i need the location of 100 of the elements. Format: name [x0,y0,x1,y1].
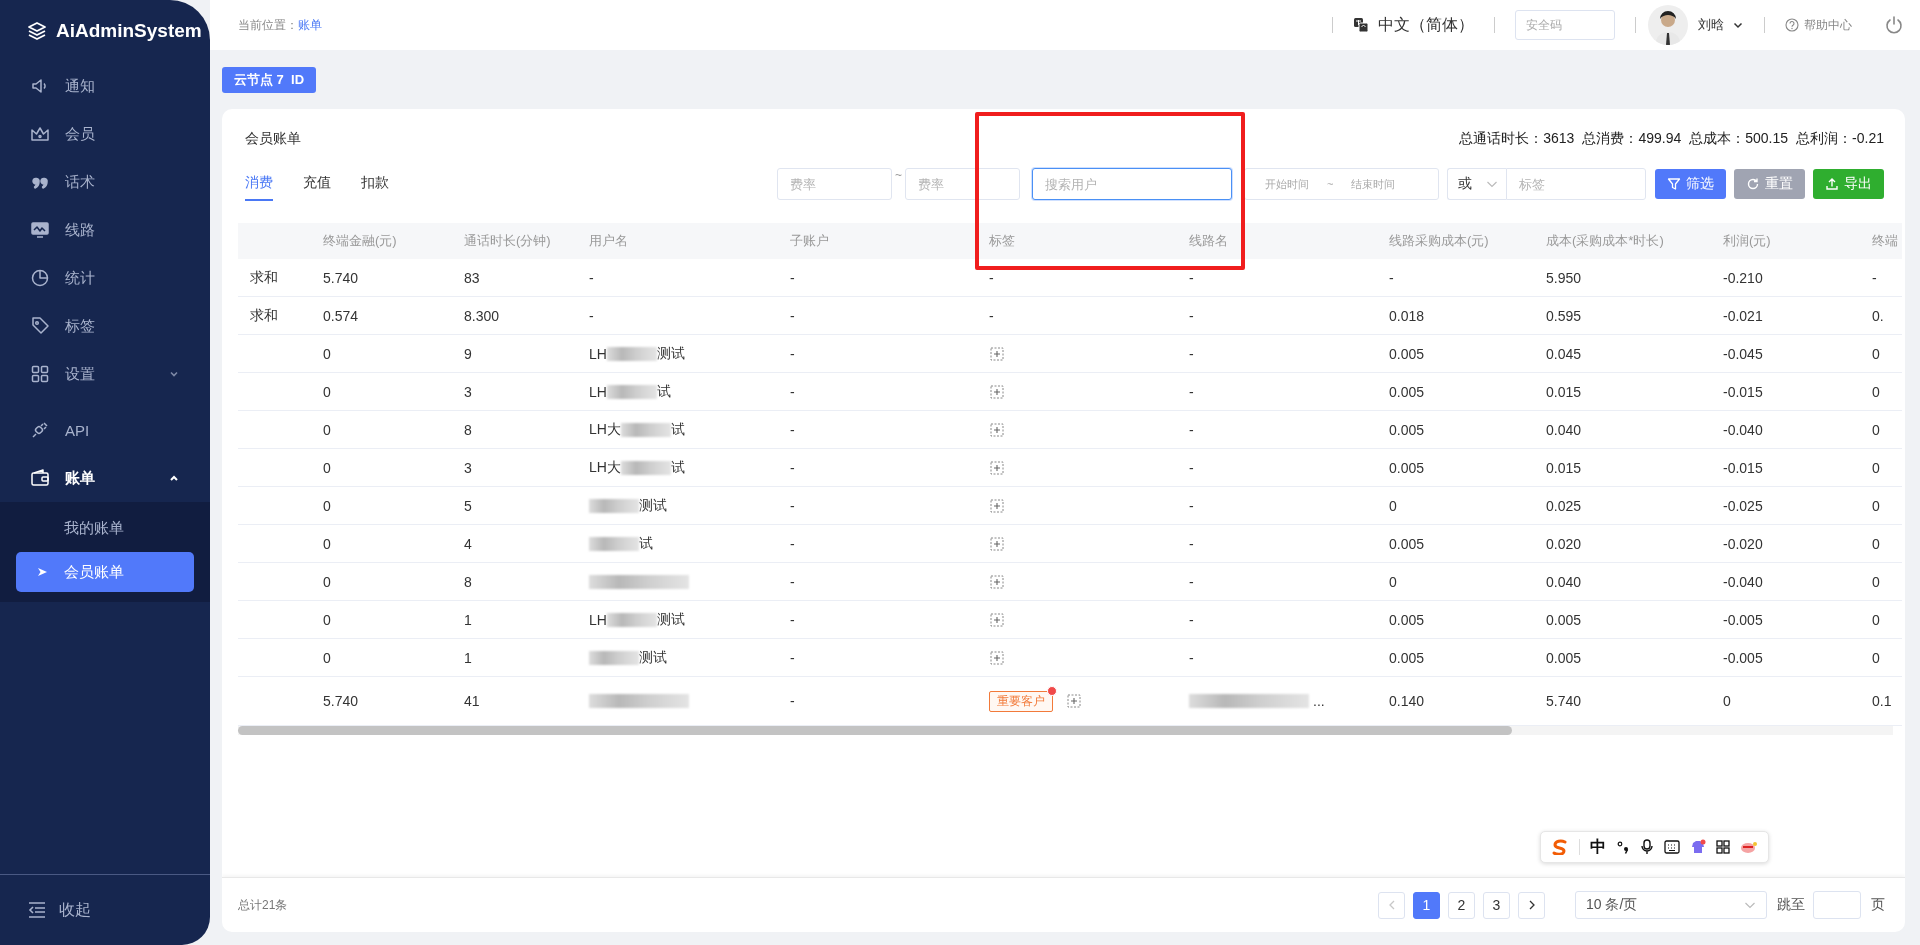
avatar[interactable] [1648,5,1688,45]
add-tag-icon[interactable] [990,346,1004,361]
menu-item[interactable]: 统计 [0,254,210,302]
submenu-item[interactable]: 我的账单 [16,508,194,548]
table-cell-text: 41 [463,693,481,709]
add-tag-icon[interactable] [990,650,1004,665]
table-cell-text: 0.020 [1545,535,1583,552]
menu-item[interactable]: API [0,406,210,454]
tag-field[interactable]: 标签 [1506,168,1646,200]
table-cell-text: -0.005 [1722,649,1764,666]
add-tag-icon[interactable] [990,460,1004,475]
page-button[interactable]: 2 [1448,891,1475,919]
menu-item[interactable]: 会员 [0,110,210,158]
table-cell-text: 0.005 [1388,649,1426,666]
scrollbar-thumb[interactable] [238,726,1512,735]
add-tag-icon[interactable] [990,612,1004,627]
mascot-icon[interactable] [1740,840,1758,854]
monitor-icon [30,220,50,240]
table-cell-text: 8 [463,421,473,438]
column-header: 线路采购成本(元) [1388,232,1490,250]
table-cell-text: - [789,459,796,476]
pie-chart-icon [30,268,50,288]
menu-item[interactable]: 账单 [0,454,210,502]
remove-icon[interactable] [1047,685,1057,696]
breadcrumb-link[interactable]: 账单 [298,17,322,32]
table-cell-text: 0.005 [1388,459,1426,476]
page-button[interactable]: 3 [1483,891,1510,919]
security-code-field[interactable]: 安全码 [1515,10,1615,40]
add-tag-icon[interactable] [990,536,1004,551]
shirt-icon[interactable] [1690,839,1706,855]
summary-text: 总消费：499.94 [1582,130,1682,148]
menu-item[interactable]: 线路 [0,206,210,254]
user-name: 测试 [589,496,667,515]
table-cell-text: 0 [1722,693,1732,709]
table-cell-text: 5.740 [1545,693,1583,709]
table-cell-text: 0.1 [1871,693,1893,709]
add-tag-icon[interactable] [1067,694,1081,708]
table-cell-text: 0 [322,611,332,628]
node-tag: 云节点 7 ID [222,67,317,93]
table-cell-text: 0 [1871,649,1881,666]
table-cell-text: 0 [1871,535,1881,552]
column-header: 标签 [988,232,1016,250]
table-cell-text: 0.140 [1388,693,1426,709]
table-cell-text: 3 [463,459,473,476]
keyboard-icon[interactable] [1664,840,1680,854]
table-cell-text: 0 [322,649,332,666]
plug-icon [30,420,50,440]
page-button[interactable]: 1 [1413,891,1440,919]
rate-field[interactable]: 费率 [905,168,1020,200]
collapse-button[interactable]: 收起 [27,899,91,921]
table-cell-text: - [1188,269,1195,286]
summary-text: 总利润：-0.21 [1796,130,1884,148]
table-cell-text: 0.595 [1545,307,1583,324]
table-cell-text: 0 [1388,497,1398,514]
punctuation-icon[interactable] [1616,840,1630,854]
wallet-icon [30,468,50,488]
column-header: 成本(采购成本*时长) [1545,232,1665,250]
menu-item[interactable]: 话术 [0,158,210,206]
table-cell-text: 0 [1871,573,1881,590]
page-size-select[interactable]: 10 条/页 [1575,891,1767,919]
language-label[interactable]: 中文（简体） [1378,14,1474,36]
menu-item[interactable]: 通知 [0,62,210,110]
table-cell-text: - [789,649,796,666]
submenu-item[interactable]: 会员账单 [16,552,194,592]
add-tag-icon[interactable] [990,422,1004,437]
help-link[interactable]: 帮助中心 [1785,16,1852,34]
menu-item[interactable]: 设置 [0,350,210,398]
add-tag-icon[interactable] [990,498,1004,513]
filter-button[interactable]: 筛选 [1655,169,1726,199]
layers-icon [26,20,48,42]
column-header: 用户名 [588,232,629,250]
range-separator: ~ [895,168,902,182]
add-tag-icon[interactable] [990,384,1004,399]
menu-item[interactable]: 标签 [0,302,210,350]
grid-icon[interactable] [1716,840,1730,854]
upload-icon [1825,177,1839,191]
microphone-icon[interactable] [1640,839,1654,855]
ime-mode-label[interactable]: 中 [1590,836,1606,858]
column-header: 通话时长(分钟) [463,232,552,250]
search-field[interactable]: 搜索用户 [1032,168,1232,200]
tab[interactable]: 扣款 [361,167,389,201]
page-number-field[interactable] [1813,891,1861,919]
next-page-button[interactable] [1518,891,1545,919]
rate-field[interactable]: 费率 [777,168,892,200]
table-cell-text: 0.005 [1545,649,1583,666]
user-name: LH 试 [589,382,671,401]
add-tag-icon[interactable] [990,574,1004,589]
table-cell-text: -0.020 [1722,535,1764,552]
table-cell-text: 0.005 [1388,535,1426,552]
table-cell-text: 0.018 [1388,307,1426,324]
tab[interactable]: 充值 [303,167,331,201]
user-menu[interactable]: 刘晗 [1698,16,1744,34]
table-cell-text: - [988,307,995,324]
pointer-icon [36,566,48,578]
power-icon[interactable] [1884,15,1904,35]
ime-logo-icon[interactable] [1551,839,1569,855]
tab[interactable]: 消费 [245,167,273,201]
table-cell-text: - [1188,459,1195,476]
table-cell-text: - [789,535,796,552]
line-name: ... [1189,693,1325,709]
